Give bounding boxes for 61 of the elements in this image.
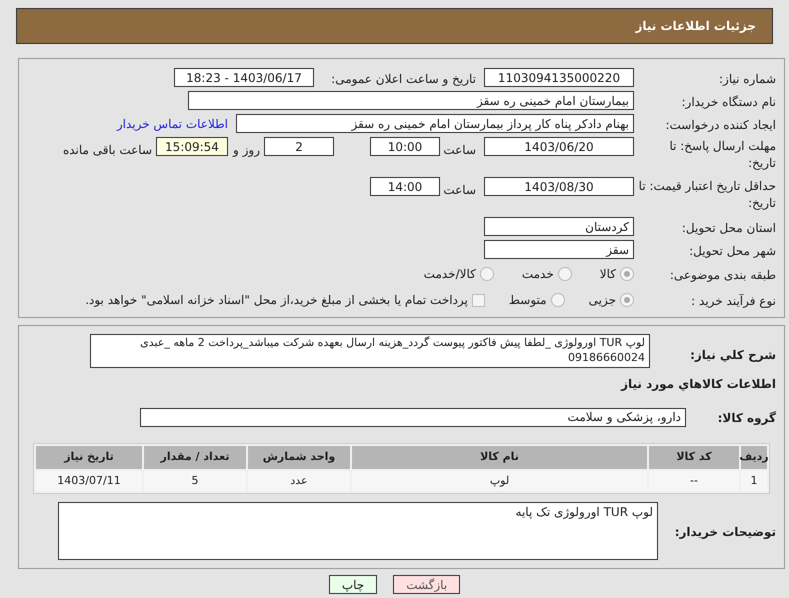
radio-button[interactable] [480,267,494,281]
field-label: جزیی [588,292,616,309]
field-label: شهر محل تحویل: [689,244,776,258]
column-header: تاریخ نیاز [36,446,142,469]
field-label: نوع فرآیند خرید : [691,294,776,308]
field-label: اطلاعات کالاهاي مورد نیاز [621,377,776,391]
field-label: طبقه بندی موضوعی: [670,268,776,282]
field-label: شماره نیاز: [719,72,776,86]
buyer-field[interactable]: بیمارستان امام خمینی ره سقز [188,91,634,110]
field-label: روز و [233,143,260,157]
radio-button[interactable] [620,267,634,281]
radio-button[interactable] [558,267,572,281]
buyer-notes-field[interactable]: لوپ TUR اورولوژی تک پایه [58,502,658,560]
column-header: تعداد / مقدار [144,446,246,469]
field-label: شرح کلي نیاز: [690,348,776,362]
announce-date-field[interactable]: 1403/06/17 - 18:23 [174,68,314,87]
deadline-date-field[interactable]: 1403/06/20 [484,137,634,156]
field-label: پرداخت تمام یا بخشی از مبلغ خرید،از محل "اسناد خزانه اسلامی" خواهد بود. [85,292,468,309]
page-title: جزئیات اطلاعات نیاز [635,18,756,35]
field-label: استان محل تحویل: [682,220,776,234]
validity-date-field[interactable]: 1403/08/30 [484,177,634,196]
field-label: کالا/خدمت [424,266,476,283]
goods-group-field[interactable]: دارو، پزشکی و سلامت [140,408,686,426]
radio-button[interactable] [550,293,565,307]
radio-button[interactable] [620,293,634,307]
table-cell: -- [649,471,739,491]
print-button[interactable]: چاپ [328,575,378,594]
table-cell: لوپ [352,471,647,491]
description-field[interactable]: لوپ TUR اورولوژی _لطفا پیش فاکتور پیوست گردد_هزینه ارسال بعهده شرکت میباشد_پرداخت 2 ماهه _عبدی 09186660024 [90,334,650,368]
back-button[interactable]: بازگشت [393,575,460,594]
province-field[interactable]: کردستان [484,217,634,236]
field-label: تاریخ و ساعت اعلان عمومی: [331,72,476,86]
column-header: ردیف [741,446,767,469]
column-header: واحد شمارش [248,446,350,469]
field-label: ساعت [443,143,476,157]
field-label: خدمت [522,266,554,283]
table-cell: 1403/07/11 [36,471,142,491]
field-label: ایجاد کننده درخواست: [665,118,776,132]
creator-field[interactable]: بهنام دادکر پناه کار پرداز بیمارستان امام خمینی ره سقز [236,114,634,133]
column-header: کد کالا [649,446,739,469]
remaining-time-field[interactable]: 15:09:54 [156,137,228,156]
field-label: کالا [600,266,616,283]
checkbox[interactable] [472,294,485,306]
field-label: ساعت باقی مانده [62,143,152,157]
city-field[interactable]: سقز [484,240,634,259]
validity-time-field[interactable]: 14:00 [370,177,440,196]
table-cell: 1 [741,471,767,491]
field-label: نام دستگاه خریدار: [682,94,776,108]
field-label: متوسط [508,292,547,309]
column-header: نام کالا [352,446,647,469]
need-number-field[interactable]: 1103094135000220 [484,68,634,87]
field-label: ساعت [443,183,476,197]
days-field[interactable]: 2 [264,137,334,156]
field-label: مهلت ارسال پاسخ: تا تاریخ: [669,139,776,170]
field-label: گروه کالا: [718,411,776,425]
table-cell: 5 [144,471,246,491]
table-cell: عدد [248,471,350,491]
field-label: حداقل تاریخ اعتبار قیمت: تا تاریخ: [638,179,776,210]
buyer-contact-link[interactable]: اطلاعات تماس خریدار [116,114,228,132]
field-label: توضیحات خریدار: [674,525,776,539]
deadline-time-field[interactable]: 10:00 [370,137,440,156]
